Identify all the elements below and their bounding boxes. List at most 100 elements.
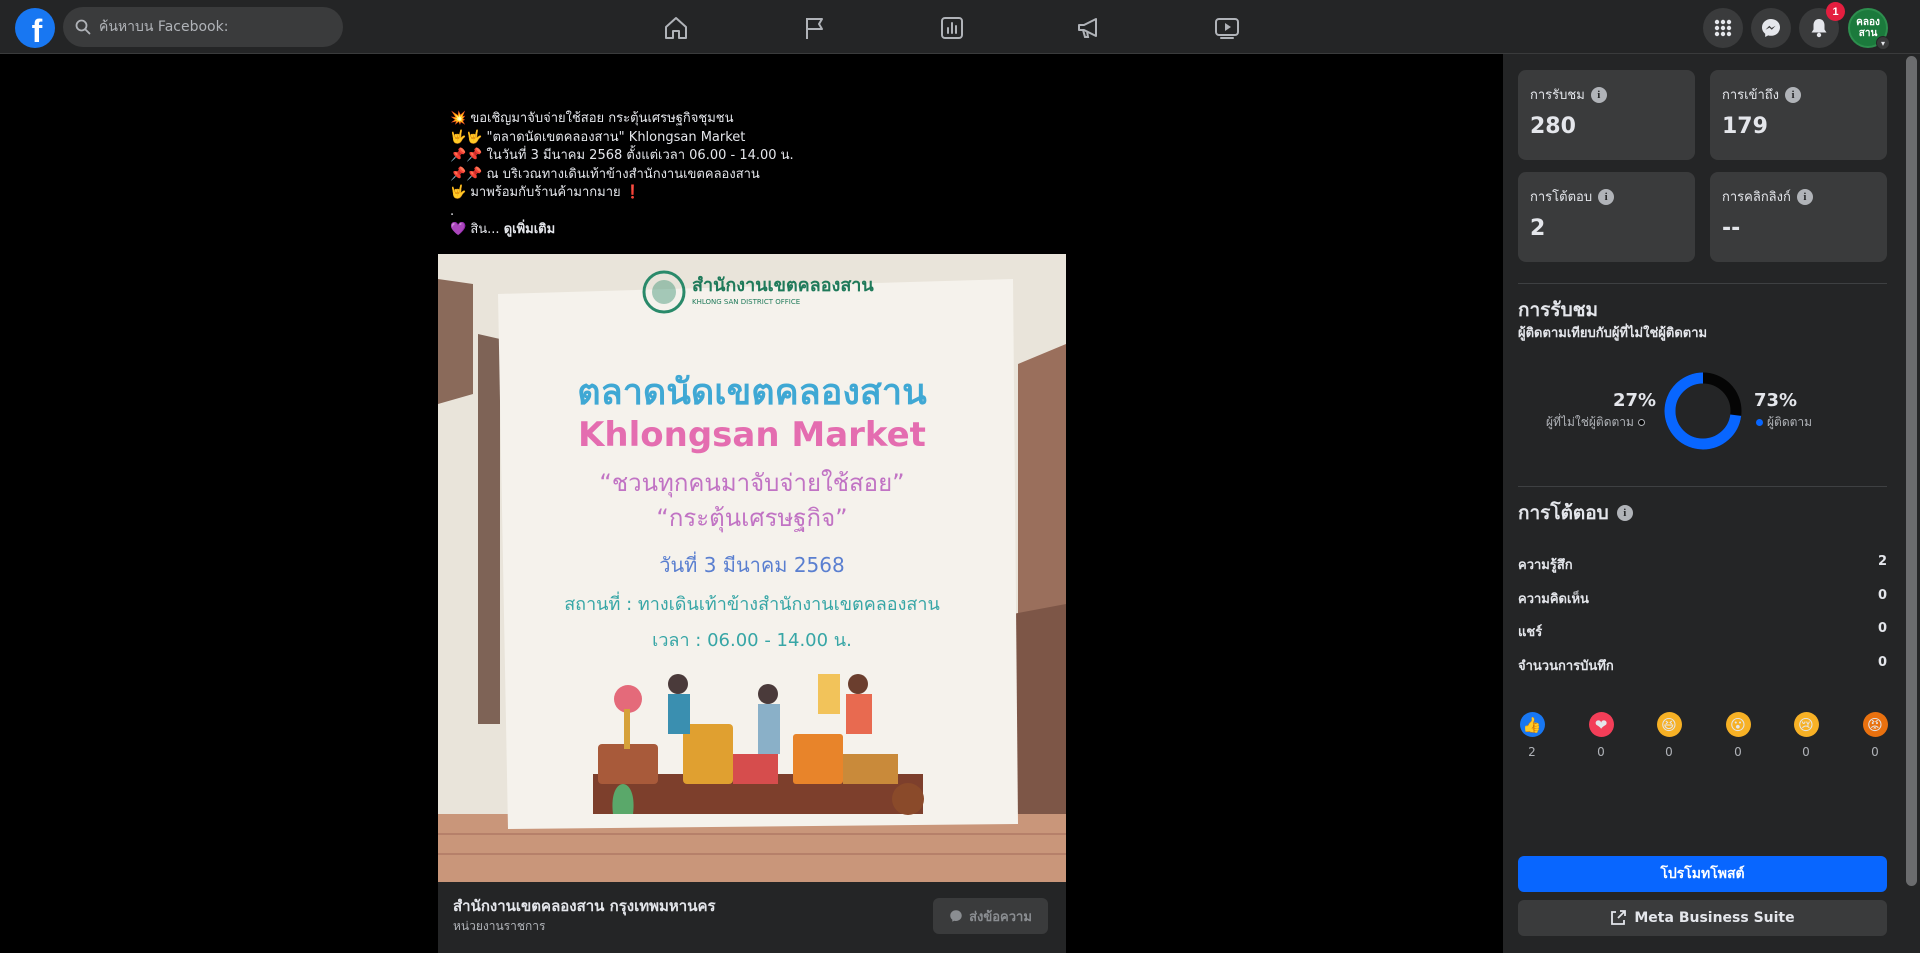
info-icon[interactable]: i	[1616, 505, 1633, 521]
send-message-label: ส่งข้อความ	[969, 909, 1032, 925]
see-more-link[interactable]: ดูเพิ่มเติม	[504, 222, 555, 237]
search-icon	[75, 19, 91, 35]
divider	[1518, 486, 1887, 487]
poster-office-name: สำนักงานเขตคลองสาน	[692, 275, 874, 296]
account-caret-icon[interactable]: ▾	[1876, 36, 1890, 50]
divider	[1518, 283, 1887, 284]
reaction-item[interactable]: 😡 0	[1861, 712, 1889, 759]
info-icon[interactable]: i	[1796, 188, 1813, 205]
post-image[interactable]: สำนักงานเขตคลองสาน KHLONG SAN DISTRICT O…	[438, 254, 1066, 882]
caption-line: 📌📌 ณ บริเวณทางเดินเท้าข้างสำนักงานเขตคลอ…	[450, 166, 760, 182]
poster-time: เวลา : 06.00 - 14.00 น.	[652, 630, 852, 651]
messenger-button[interactable]	[1751, 8, 1791, 48]
reaction-count: 0	[1665, 745, 1673, 759]
meta-business-suite-label: Meta Business Suite	[1634, 910, 1795, 926]
flag-icon	[806, 18, 823, 39]
row-label: ความคิดเห็น	[1518, 592, 1589, 607]
nav-ads[interactable]	[1033, 8, 1145, 48]
nav-video[interactable]	[1171, 8, 1283, 48]
poster-title-en: Khlongsan Market	[578, 415, 926, 455]
meta-business-suite-button[interactable]: Meta Business Suite	[1518, 900, 1887, 936]
info-icon[interactable]: i	[1590, 86, 1607, 103]
chart-icon	[941, 17, 963, 39]
caption-line: 🤟🤟 "ตลาดนัดเขตคลองสาน" Khlongsan Market	[450, 129, 746, 145]
nav-pages[interactable]	[758, 8, 870, 48]
post-page-footer: สำนักงานเขตคลองสาน กรุงเทพมหานคร หน่วยงา…	[438, 882, 1066, 953]
row-value: 0	[1877, 588, 1887, 603]
non-follower-label: ผู้ที่ไม่ใช่ผู้ติดตาม	[1546, 415, 1634, 429]
stat-label: การโต้ตอบ	[1530, 190, 1593, 205]
row-label: ความรู้สึก	[1518, 558, 1573, 573]
row-label: แชร์	[1518, 625, 1543, 640]
messenger-icon	[950, 910, 962, 922]
followers-donut-chart	[1664, 372, 1742, 450]
notifications-button[interactable]: 1	[1799, 2, 1845, 48]
promote-post-button[interactable]: โปรโมทโพสต์	[1518, 856, 1887, 892]
row-value: 0	[1877, 621, 1887, 636]
poster-date: วันที่ 3 มีนาคม 2568	[659, 551, 844, 577]
page-category: หน่วยงานราชการ	[453, 919, 546, 933]
poster-quote-2: “กระตุ้นเศรษฐกิจ”	[656, 504, 847, 533]
engagement-section-title: การโต้ตอบ i	[1518, 498, 1633, 528]
poster-place: สถานที่ : ทางเดินเท้าข้างสำนักงานเขตคลอง…	[564, 591, 940, 615]
reaction-count: 2	[1528, 745, 1536, 759]
non-follower-legend: ผู้ที่ไม่ใช่ผู้ติดตาม	[1546, 413, 1645, 432]
reaction-item[interactable]: 👍 2	[1518, 712, 1546, 759]
reaction-count: 0	[1597, 745, 1605, 759]
views-subtitle: ผู้ติดตามเทียบกับผู้ที่ไม่ใช่ผู้ติดตาม	[1518, 326, 1708, 341]
reaction-item[interactable]: 😮 0	[1724, 712, 1752, 759]
info-icon[interactable]: i	[1598, 188, 1615, 205]
love-reaction-icon: ❤	[1588, 712, 1614, 737]
info-icon[interactable]: i	[1785, 86, 1802, 103]
stat-card-engagement[interactable]: การโต้ตอบ i 2	[1518, 172, 1695, 262]
stat-card-views[interactable]: การรับชม i 280	[1518, 70, 1695, 160]
follower-dot	[1756, 419, 1763, 426]
stat-card-link-clicks[interactable]: การคลิกลิงก์ i --	[1710, 172, 1887, 262]
poster-office-name-en: KHLONG SAN DISTRICT OFFICE	[692, 298, 800, 306]
sad-reaction-icon: 😢	[1793, 712, 1819, 737]
reaction-item[interactable]: 😢 0	[1792, 712, 1820, 759]
engagement-row-shares: แชร์ 0	[1518, 621, 1887, 642]
bell-icon	[1811, 19, 1827, 38]
engagement-row-comments: ความคิดเห็น 0	[1518, 588, 1887, 609]
engagement-title-text: การโต้ตอบ	[1518, 502, 1609, 524]
reaction-item[interactable]: 😆 0	[1655, 712, 1683, 759]
non-follower-dot	[1637, 419, 1645, 426]
reaction-count: 0	[1802, 745, 1810, 759]
stat-value: 2	[1530, 216, 1546, 241]
non-follower-percent: 27%	[1613, 390, 1657, 411]
notification-badge: 1	[1826, 2, 1845, 21]
stat-card-reach[interactable]: การเข้าถึง i 179	[1710, 70, 1887, 160]
search-input[interactable]	[99, 19, 319, 35]
nav-home[interactable]	[620, 8, 732, 48]
avatar-text-line2: สาน	[1858, 28, 1878, 39]
search-box[interactable]	[63, 7, 343, 47]
menu-grid-icon	[1714, 19, 1732, 37]
stat-label: การเข้าถึง	[1722, 88, 1780, 103]
follower-legend: ผู้ติดตาม	[1756, 413, 1812, 432]
page-name[interactable]: สำนักงานเขตคลองสาน กรุงเทพมหานคร	[453, 894, 716, 918]
market-poster: สำนักงานเขตคลองสาน KHLONG SAN DISTRICT O…	[438, 254, 1066, 882]
row-value: 2	[1877, 554, 1887, 569]
caption-line: .	[450, 203, 455, 219]
stat-value: --	[1722, 216, 1741, 241]
poster-title-th: ตลาดนัดเขตคลองสาน	[577, 372, 927, 413]
row-label: จำนวนการบันทึก	[1518, 659, 1614, 674]
reaction-item[interactable]: ❤ 0	[1587, 712, 1615, 759]
like-reaction-icon: 👍	[1519, 712, 1545, 737]
post-caption: 💥 ขอเชิญมาจับจ่ายใช้สอย กระตุ้นเศรษฐกิจช…	[450, 110, 1070, 240]
reaction-count: 0	[1734, 745, 1742, 759]
send-message-button[interactable]: ส่งข้อความ	[933, 898, 1048, 934]
left-frame	[478, 334, 500, 724]
nav-insights[interactable]	[896, 8, 1008, 48]
stat-label: การรับชม	[1530, 88, 1585, 103]
poster-quote-1: “ชวนทุกคนมาจับจ่ายใช้สอย”	[599, 469, 904, 498]
wow-reaction-icon: 😮	[1725, 712, 1751, 737]
menu-button[interactable]	[1703, 8, 1743, 48]
panel-scrollbar[interactable]	[1906, 56, 1917, 886]
video-icon	[1215, 18, 1239, 39]
stat-label: การคลิกลิงก์	[1722, 190, 1791, 205]
stat-value: 179	[1722, 114, 1768, 139]
megaphone-icon	[1078, 18, 1097, 38]
facebook-logo[interactable]: f	[15, 8, 55, 49]
